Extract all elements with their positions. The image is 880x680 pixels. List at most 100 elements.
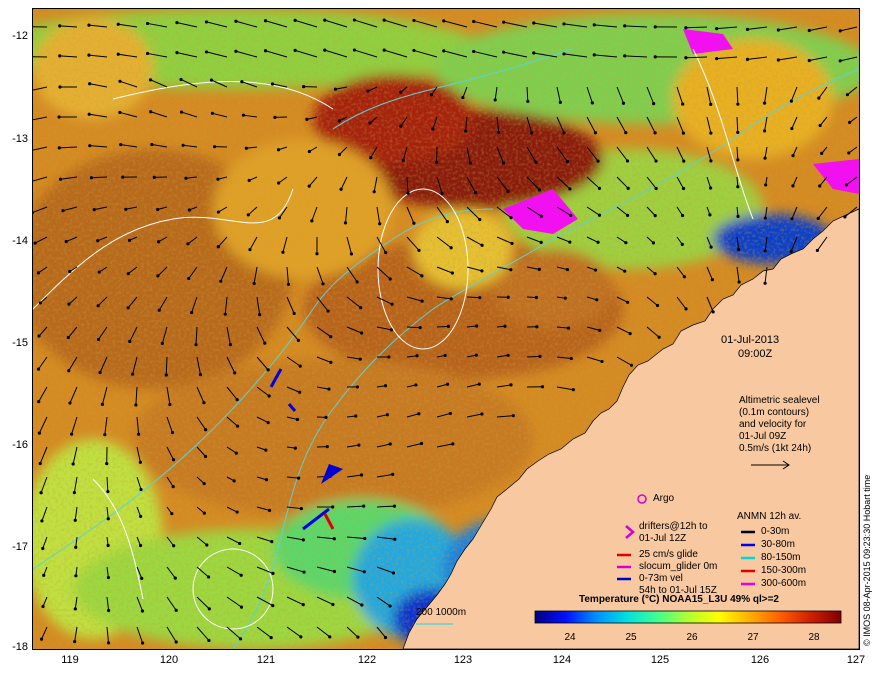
velocity-arrowhead [435, 160, 439, 164]
sst-map[interactable]: 01-Jul-2013 09:00Z Altimetric sealevel (… [32, 8, 860, 650]
velocity-arrowhead [68, 269, 72, 274]
velocity-arrowhead [680, 242, 684, 246]
velocity-arrowhead [171, 485, 175, 489]
velocity-arrowhead [468, 161, 472, 165]
velocity-arrowhead [40, 519, 44, 523]
velocity-arrowhead [332, 569, 337, 574]
velocity-arrowhead [791, 154, 795, 158]
argo-label: Argo [653, 493, 675, 504]
velocity-arrowhead [239, 573, 243, 577]
velocity-arrowhead [763, 249, 767, 253]
velocity-arrowhead [419, 441, 424, 446]
velocity-arrowhead [216, 177, 220, 181]
velocity-arrowhead [187, 276, 191, 281]
velocity-arrowhead [417, 248, 421, 253]
velocity-arrowhead [538, 354, 542, 358]
velocity-arrowhead [244, 146, 248, 150]
velocity-arrowhead [388, 604, 392, 608]
lat-tick-15: -15 [12, 337, 28, 349]
velocity-arrowhead [57, 115, 61, 119]
velocity-arrowhead [478, 218, 482, 222]
velocity-arrowhead [293, 18, 297, 22]
velocity-arrowhead [566, 326, 571, 330]
velocity-arrowhead [321, 282, 325, 286]
velocity-arrowhead [401, 158, 405, 162]
velocity-arrowhead [684, 307, 688, 311]
velocity-arrowhead [299, 506, 303, 511]
velocity-arrowhead [653, 55, 657, 59]
velocity-arrowhead [431, 127, 435, 131]
velocity-arrowhead [791, 184, 795, 188]
velocity-arrowhead [363, 536, 367, 541]
velocity-arrowhead [190, 310, 194, 315]
lon-tick-125: 125 [650, 654, 670, 666]
velocity-arrowhead [429, 93, 434, 97]
velocity-arrowhead [145, 51, 150, 56]
velocity-arrowhead [657, 335, 661, 339]
vel-label: 0-73m vel [639, 573, 683, 584]
lon-tick-123: 123 [453, 654, 473, 666]
velocity-arrowhead [626, 300, 630, 304]
velocity-arrowhead [38, 461, 42, 466]
velocity-arrowhead [593, 131, 598, 135]
velocity-arrowhead [680, 213, 685, 218]
velocity-arrowhead [67, 302, 71, 306]
velocity-arrowhead [502, 50, 506, 54]
velocity-arrowhead [100, 402, 105, 406]
lon-tick-120: 120 [159, 654, 179, 666]
velocity-arrowhead [88, 82, 92, 86]
velocity-arrowhead [844, 183, 849, 187]
velocity-arrowhead [848, 120, 852, 125]
velocity-arrowhead [448, 411, 452, 416]
velocity-arrowhead [58, 24, 62, 28]
velocity-arrowhead [503, 324, 507, 328]
velocity-arrowhead [271, 603, 275, 608]
velocity-arrowhead [305, 117, 309, 121]
velocity-arrowhead [276, 148, 281, 152]
velocity-arrowhead [493, 98, 497, 102]
velocity-arrowhead [127, 238, 132, 242]
velocity-arrowhead [69, 432, 74, 436]
velocity-arrowhead [838, 29, 842, 33]
velocity-arrowhead [263, 341, 267, 345]
velocity-arrowhead [708, 213, 712, 217]
velocity-arrowhead [204, 50, 209, 54]
velocity-arrowhead [286, 282, 291, 286]
velocity-arrowhead [592, 23, 596, 27]
velocity-arrowhead [331, 602, 335, 607]
velocity-arrowhead [175, 51, 179, 55]
velocity-arrowhead [207, 607, 211, 611]
colorbar-title: Temperature (°C) NOAA15_L3U 49% ql>=2 [579, 594, 779, 605]
velocity-arrowhead [625, 213, 630, 217]
velocity-arrowhead [590, 101, 594, 105]
velocity-arrowhead [121, 175, 125, 179]
velocity-arrowhead [92, 208, 96, 212]
velocity-arrowhead [502, 20, 506, 24]
velocity-arrowhead [270, 82, 275, 86]
velocity-arrowhead [235, 398, 239, 402]
velocity-arrowhead [212, 145, 217, 149]
velocity-arrowhead [382, 18, 386, 22]
velocity-arrowhead [357, 443, 361, 447]
velocity-arrowhead [597, 186, 602, 190]
velocity-arrowhead [509, 216, 513, 220]
velocity-arrowhead [326, 309, 330, 313]
velocity-arrowhead [138, 543, 143, 548]
velocity-arrowhead [96, 337, 101, 342]
velocity-arrowhead [194, 343, 198, 347]
velocity-arrowhead [414, 383, 418, 387]
velocity-arrowhead [745, 27, 750, 31]
velocity-arrowhead [281, 250, 285, 254]
velocity-arrowhead [838, 59, 842, 63]
velocity-arrowhead [399, 90, 403, 94]
velocity-arrowhead [302, 85, 306, 89]
velocity-arrowhead [219, 279, 223, 283]
velocity-arrowhead [537, 267, 541, 271]
velocity-arrowhead [710, 278, 714, 282]
velocity-arrowhead [267, 508, 272, 512]
velocity-arrowhead [478, 296, 482, 300]
credit-text: © IMOS 08-Apr-2015 09:23:30 Hobart time [862, 474, 872, 646]
velocity-arrowhead [592, 53, 596, 57]
velocity-arrowhead [596, 240, 600, 244]
velocity-arrowhead [58, 85, 62, 89]
